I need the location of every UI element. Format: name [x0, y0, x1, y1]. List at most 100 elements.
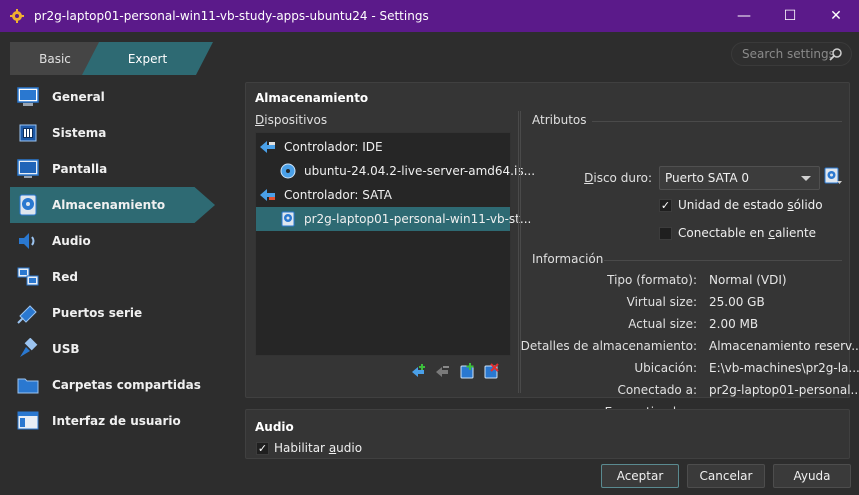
sidebar: General Sistema Pantalla Almacenamiento … [10, 79, 215, 439]
hard-disk-port-select[interactable]: Puerto SATA 0 [659, 166, 820, 190]
hotplug-label: Conectable en caliente [678, 226, 817, 240]
choose-disk-button[interactable] [823, 167, 843, 187]
storage-disk-icon [16, 193, 40, 217]
tree-item-sata-controller[interactable]: Controlador: SATA [260, 183, 510, 207]
sidebar-item-label: Carpetas compartidas [52, 378, 201, 392]
controller-icon [260, 187, 276, 203]
optical-disc-icon [280, 163, 296, 179]
audio-panel: Audio ✓ Habilitar audio [245, 409, 850, 459]
settings-dialog-body: Basic Expert Search settings General Sis… [0, 32, 859, 495]
sidebar-item-interfaz-de-usuario[interactable]: Interfaz de usuario [10, 403, 215, 439]
info-value-attached-to: pr2g-laptop01-personal... [709, 383, 859, 397]
storage-panel: Almacenamiento Dispositivos Controlador:… [245, 82, 859, 419]
sidebar-item-almacenamiento[interactable]: Almacenamiento [10, 187, 215, 223]
shared-folder-icon [16, 373, 40, 397]
display-monitor-icon [16, 157, 40, 181]
maximize-icon: ☐ [783, 8, 797, 24]
ok-button[interactable]: Aceptar [601, 464, 679, 488]
info-label-virtual-size: Virtual size: [626, 295, 697, 309]
cancel-button[interactable]: Cancelar [687, 464, 765, 488]
sidebar-item-usb[interactable]: USB [10, 331, 215, 367]
devices-label: Dispositivos [255, 113, 328, 127]
tree-item-label: ubuntu-24.04.2-live-server-amd64.is... [304, 164, 536, 178]
tree-item-ide-controller[interactable]: Controlador: IDE [260, 135, 510, 159]
divider [604, 260, 842, 261]
info-label-location: Ubicación: [634, 361, 697, 375]
search-icon [829, 47, 843, 61]
info-label-storage-details: Detalles de almacenamiento: [520, 339, 697, 353]
general-monitor-icon [16, 85, 40, 109]
maximize-button[interactable]: ☐ [767, 0, 813, 32]
info-label-actual-size: Actual size: [628, 317, 697, 331]
sidebar-item-carpetas-compartidas[interactable]: Carpetas compartidas [10, 367, 215, 403]
info-value-storage-details: Almacenamiento reserv... [709, 339, 859, 353]
sidebar-item-label: Interfaz de usuario [52, 414, 181, 428]
tab-expert[interactable]: Expert [82, 42, 213, 75]
hard-disk-icon [280, 211, 296, 227]
network-icon [16, 265, 40, 289]
storage-tree[interactable]: Controlador: IDE ubuntu-24.04.2-live-ser… [255, 132, 535, 356]
divider [592, 121, 842, 122]
sidebar-item-red[interactable]: Red [10, 259, 215, 295]
close-icon: ✕ [830, 8, 842, 24]
selected-value: Puerto SATA 0 [665, 171, 749, 185]
tree-item-label: Controlador: SATA [284, 188, 392, 202]
sidebar-item-label: Red [52, 270, 78, 284]
tree-item-optical[interactable]: ubuntu-24.04.2-live-server-amd64.is... [280, 159, 535, 183]
minimize-icon: — [737, 8, 751, 24]
hard-disk-label: Disco duro: [584, 171, 652, 185]
sidebar-item-label: Pantalla [52, 162, 108, 176]
sidebar-item-pantalla[interactable]: Pantalla [10, 151, 215, 187]
sidebar-item-sistema[interactable]: Sistema [10, 115, 215, 151]
ssd-checkbox[interactable]: ✓ [659, 199, 672, 212]
panel-title: Almacenamiento [255, 91, 369, 105]
help-button[interactable]: Ayuda [773, 464, 851, 488]
add-attachment-icon[interactable] [459, 363, 475, 379]
controller-icon [260, 139, 276, 155]
sidebar-item-label: Puertos serie [52, 306, 143, 320]
minimize-button[interactable]: — [721, 0, 767, 32]
info-label-type: Tipo (formato): [607, 273, 697, 287]
tree-item-label: Controlador: IDE [284, 140, 383, 154]
info-value-type: Normal (VDI) [709, 273, 787, 287]
sidebar-item-label: General [52, 90, 105, 104]
system-chip-icon [16, 121, 40, 145]
hard-disk-menu-icon [824, 167, 842, 188]
attributes-title: Atributos [532, 113, 587, 127]
title-bar: pr2g-laptop01-personal-win11-vb-study-ap… [0, 0, 859, 32]
sidebar-item-label: USB [52, 342, 80, 356]
audio-title: Audio [255, 420, 294, 434]
sidebar-item-label: Almacenamiento [52, 198, 166, 212]
info-value-virtual-size: 25.00 GB [709, 295, 765, 309]
user-interface-icon [16, 409, 40, 433]
ssd-label: Unidad de estado sólido [678, 198, 823, 212]
hotplug-checkbox[interactable] [659, 227, 672, 240]
chevron-down-icon [801, 176, 811, 181]
search-input[interactable]: Search settings [731, 42, 852, 66]
tree-toolbar [411, 363, 499, 379]
sidebar-item-audio[interactable]: Audio [10, 223, 215, 259]
remove-attachment-icon[interactable] [483, 363, 499, 379]
enable-audio-checkbox[interactable]: ✓ [256, 442, 269, 455]
audio-speaker-icon [16, 229, 40, 253]
usb-icon [16, 337, 40, 361]
virtualbox-gear-icon [9, 8, 25, 24]
sidebar-item-label: Sistema [52, 126, 107, 140]
mode-tabs: Basic Expert [10, 42, 213, 75]
info-value-actual-size: 2.00 MB [709, 317, 759, 331]
sidebar-item-label: Audio [52, 234, 91, 248]
search-placeholder: Search settings [742, 47, 835, 61]
remove-controller-icon[interactable] [435, 363, 451, 379]
info-label-attached-to: Conectado a: [617, 383, 697, 397]
enable-audio-label: Habilitar audio [274, 441, 363, 455]
close-button[interactable]: ✕ [813, 0, 859, 32]
info-value-location: E:\vb-machines\pr2g-la... [709, 361, 859, 375]
serial-port-icon [16, 301, 40, 325]
tree-item-hard-disk[interactable]: pr2g-laptop01-personal-win11-vb-st... [256, 207, 531, 231]
add-controller-icon[interactable] [411, 363, 427, 379]
information-title: Información [532, 252, 604, 266]
tree-item-label: pr2g-laptop01-personal-win11-vb-st... [304, 212, 532, 226]
window-title: pr2g-laptop01-personal-win11-vb-study-ap… [34, 9, 429, 23]
sidebar-item-puertos-serie[interactable]: Puertos serie [10, 295, 215, 331]
sidebar-item-general[interactable]: General [10, 79, 215, 115]
